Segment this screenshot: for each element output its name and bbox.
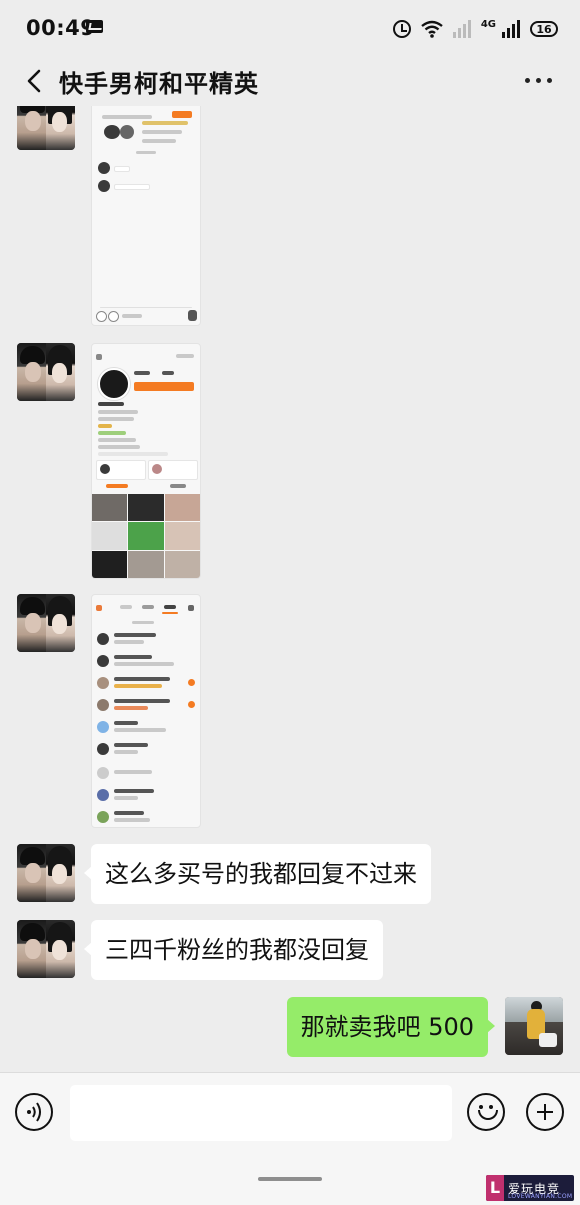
- back-arrow-icon[interactable]: [22, 68, 48, 94]
- wifi-icon: [421, 20, 443, 38]
- network-type: 4G: [480, 18, 496, 30]
- status-time: 00:49: [26, 16, 96, 40]
- contact-avatar[interactable]: [17, 844, 75, 902]
- incoming-text-message[interactable]: 这么多买号的我都回复不过来: [84, 844, 431, 904]
- image-message[interactable]: [91, 343, 201, 579]
- emoji-icon[interactable]: [467, 1093, 505, 1131]
- input-bar: [0, 1072, 580, 1157]
- outgoing-text-message[interactable]: 那就卖我吧 500: [286, 997, 496, 1057]
- more-options-icon[interactable]: [525, 78, 552, 83]
- contact-avatar[interactable]: [17, 920, 75, 978]
- watermark-logo: L 爱玩电竞 LOVEWANYIAN.COM: [486, 1175, 574, 1201]
- sim1-signal-icon: [452, 20, 471, 38]
- message-input[interactable]: [70, 1085, 452, 1141]
- incoming-text-message[interactable]: 三四千粉丝的我都没回复: [84, 920, 383, 980]
- chat-title: 快手男柯和平精英: [59, 70, 259, 98]
- watermark-sub: LOVEWANYIAN.COM: [508, 1193, 573, 1200]
- my-avatar[interactable]: [505, 997, 563, 1055]
- sim2-signal-icon: [502, 20, 520, 38]
- battery-icon: 16: [530, 21, 558, 37]
- image-message[interactable]: [91, 106, 201, 326]
- home-indicator[interactable]: [258, 1177, 322, 1181]
- message-list[interactable]: 这么多买号的我都回复不过来 三四千粉丝的我都没回复 那就卖我吧 500: [0, 106, 580, 1072]
- chat-header: 快手男柯和平精英: [0, 56, 580, 106]
- contact-avatar[interactable]: [17, 106, 75, 150]
- message-notification-icon: [86, 20, 103, 33]
- image-message[interactable]: [91, 594, 201, 828]
- status-icons: 4G 16: [392, 16, 558, 42]
- navigation-area: L 爱玩电竞 LOVEWANYIAN.COM: [0, 1156, 580, 1205]
- alarm-icon: [392, 20, 411, 38]
- contact-avatar[interactable]: [17, 594, 75, 652]
- plus-icon[interactable]: [526, 1093, 564, 1131]
- voice-icon[interactable]: [15, 1093, 53, 1131]
- contact-avatar[interactable]: [17, 343, 75, 401]
- watermark-letter: L: [486, 1175, 504, 1201]
- status-bar: 00:49 4G 16: [0, 0, 580, 56]
